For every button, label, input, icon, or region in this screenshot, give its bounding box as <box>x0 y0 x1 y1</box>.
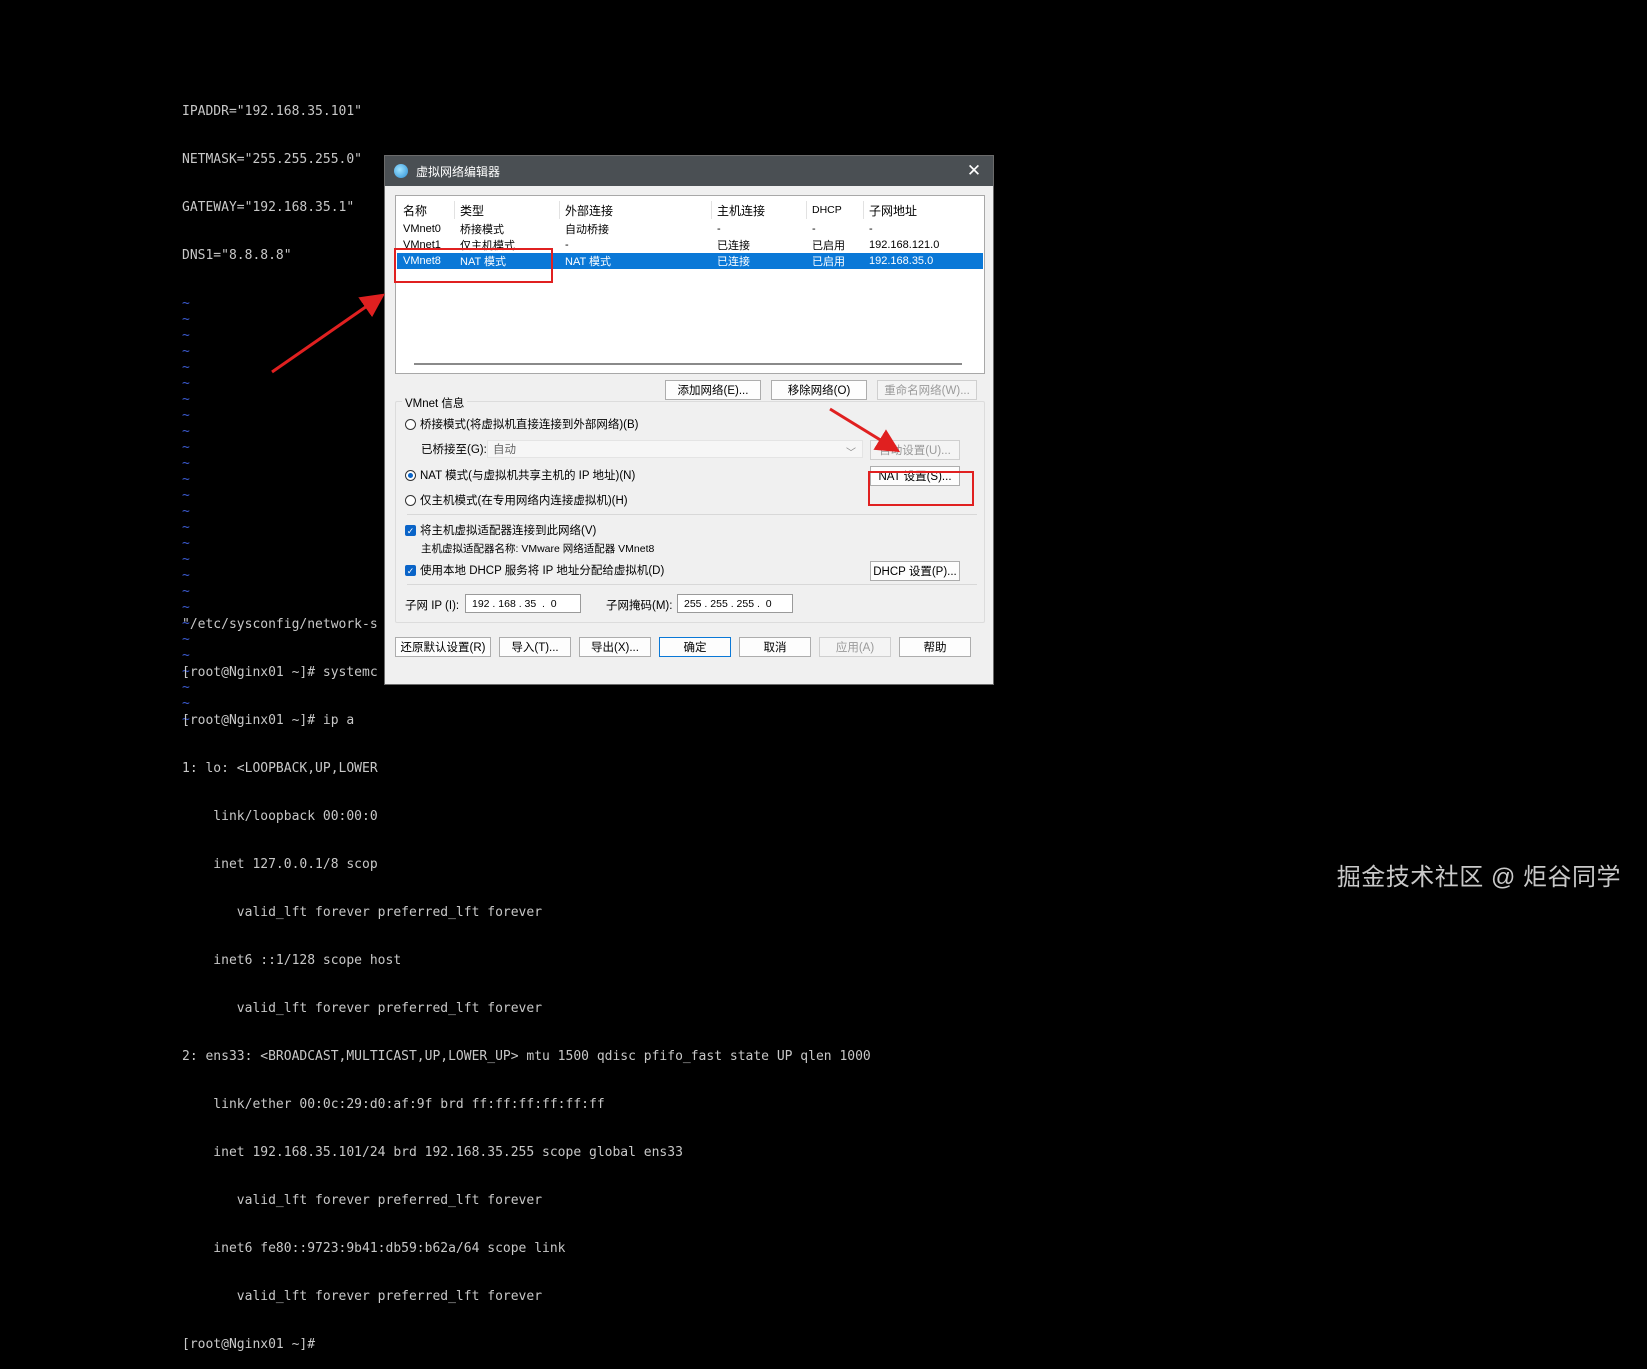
terminal-prompt[interactable]: [root@Nginx01 ~]# <box>182 1337 871 1353</box>
terminal-line: inet6 fe80::9723:9b41:db59:b62a/64 scope… <box>182 1241 566 1256</box>
terminal-line: 2: ens33: <BROADCAST,MULTICAST,UP,LOWER_… <box>182 1049 871 1064</box>
annotation-arrow <box>271 293 385 374</box>
terminal-line: valid_lft forever preferred_lft forever <box>182 1001 543 1016</box>
annotation-arrow <box>829 407 901 453</box>
terminal-line: valid_lft forever preferred_lft forever <box>182 1193 543 1208</box>
terminal-line: link/ether 00:0c:29:d0:af:9f brd ff:ff:f… <box>182 1097 605 1112</box>
terminal-line: valid_lft forever preferred_lft forever <box>182 1289 543 1304</box>
annotation-arrows <box>271 293 901 453</box>
terminal-line: inet 192.168.35.101/24 brd 192.168.35.25… <box>182 1145 683 1160</box>
terminal-line: inet6 ::1/128 scope host <box>182 953 402 968</box>
